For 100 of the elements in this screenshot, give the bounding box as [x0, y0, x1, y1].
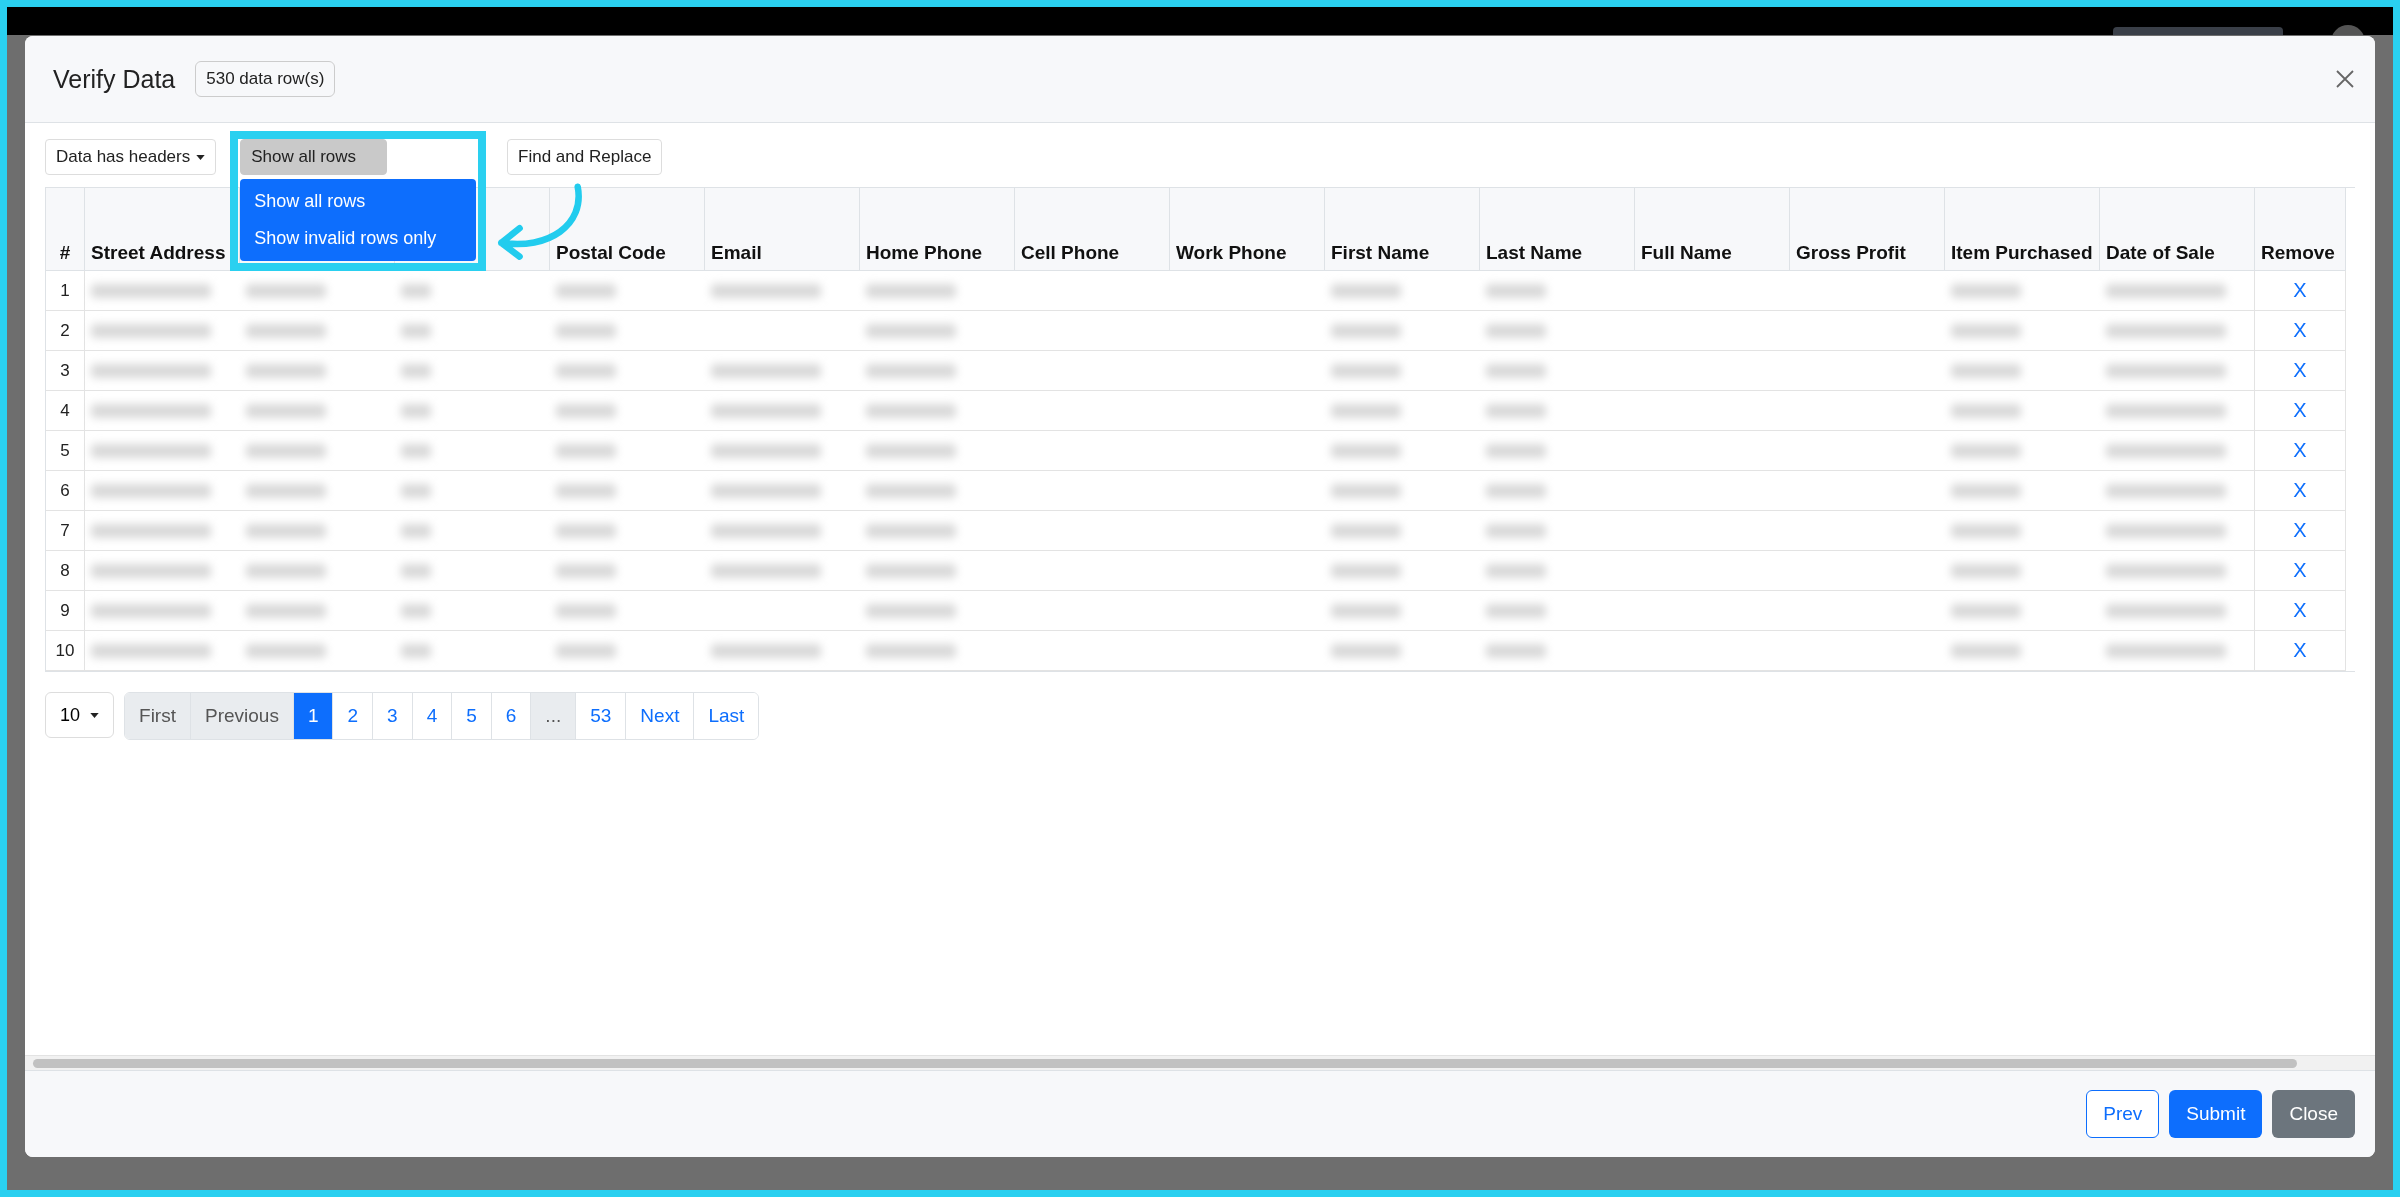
row-number: 8 [46, 550, 85, 591]
blurred-text [1950, 603, 2021, 618]
blurred-text [555, 363, 616, 378]
headers-dropdown[interactable]: Data has headers [45, 139, 217, 175]
column-header: Last Name [1479, 188, 1635, 271]
column-header: # [46, 188, 85, 271]
blurred-text [1950, 443, 2021, 458]
blurred-text [1485, 643, 1546, 658]
blurred-text [555, 283, 616, 298]
blurred-text [1330, 483, 1401, 498]
blurred-text [1485, 403, 1546, 418]
remove-link[interactable]: X [2293, 519, 2307, 541]
submit-button[interactable]: Submit [2169, 1090, 2263, 1138]
blurred-text [1950, 403, 2021, 418]
blurred-text [400, 643, 431, 658]
blurred-text [1950, 483, 2021, 498]
row-number: 6 [46, 470, 85, 511]
blurred-text [400, 523, 431, 538]
blurred-text [400, 323, 431, 338]
row-number: 7 [46, 510, 85, 551]
blurred-text [1330, 603, 1401, 618]
row-number: 5 [46, 430, 85, 471]
blurred-text [1950, 323, 2021, 338]
page-link[interactable]: 1 [293, 693, 334, 739]
blurred-text [1485, 523, 1546, 538]
row-number: 3 [46, 350, 85, 391]
blurred-text [555, 403, 616, 418]
remove-link[interactable]: X [2293, 319, 2307, 341]
column-header: Postal Code [549, 188, 705, 271]
blurred-text [1950, 283, 2021, 298]
blurred-text [1485, 283, 1546, 298]
blurred-text [555, 563, 616, 578]
blurred-text [1485, 563, 1546, 578]
remove-link[interactable]: X [2293, 399, 2307, 421]
remove-link[interactable]: X [2293, 439, 2307, 461]
row-filter-dropdown[interactable]: Show all rows [240, 139, 388, 175]
blurred-text [1330, 283, 1401, 298]
blurred-text [400, 403, 431, 418]
remove-link[interactable]: X [2293, 639, 2307, 661]
blurred-text [400, 363, 431, 378]
row-count-badge: 530 data row(s) [195, 61, 336, 97]
blurred-text [1485, 443, 1546, 458]
blurred-text [1485, 323, 1546, 338]
column-header: Full Name [1634, 188, 1790, 271]
blurred-text [1330, 523, 1401, 538]
row-number: 4 [46, 390, 85, 431]
blurred-text [1330, 403, 1401, 418]
column-header: Date of Sale [2099, 188, 2255, 271]
remove-link[interactable]: X [2293, 599, 2307, 621]
column-header: First Name [1324, 188, 1480, 271]
caret-icon [196, 154, 206, 160]
blurred-text [1950, 363, 2021, 378]
blurred-text [1330, 643, 1401, 658]
close-icon[interactable] [2335, 69, 2355, 89]
blurred-text [555, 323, 616, 338]
blurred-text [1485, 603, 1546, 618]
blurred-text [1950, 523, 2021, 538]
blurred-text [1330, 443, 1401, 458]
remove-link[interactable]: X [2293, 359, 2307, 381]
menu-item[interactable]: Show all rows [240, 183, 477, 220]
remove-link[interactable]: X [2293, 479, 2307, 501]
column-header: Work Phone [1169, 188, 1325, 271]
column-header: Remove [2254, 188, 2346, 271]
blurred-text [555, 483, 616, 498]
page-size-dropdown[interactable]: 10 [45, 692, 115, 738]
close-button[interactable]: Close [2272, 1090, 2355, 1138]
blurred-text [555, 603, 616, 618]
blurred-text [1330, 363, 1401, 378]
prev-button[interactable]: Prev [2086, 1090, 2160, 1138]
row-number: 2 [46, 310, 85, 351]
column-header: Cell Phone [1014, 188, 1170, 271]
blurred-text [555, 523, 616, 538]
column-header: Item Purchased [1944, 188, 2100, 271]
dialog-title: Verify Data [53, 64, 176, 94]
blurred-text [1485, 363, 1546, 378]
remove-link[interactable]: X [2293, 279, 2307, 301]
blurred-text [400, 563, 431, 578]
blurred-text [1330, 563, 1401, 578]
column-header: Home Phone [859, 188, 1015, 271]
remove-link[interactable]: X [2293, 559, 2307, 581]
row-number: 9 [46, 590, 85, 631]
blurred-text [400, 483, 431, 498]
menu-item[interactable]: Show invalid rows only [240, 220, 477, 257]
blurred-text [1330, 323, 1401, 338]
row-number: 10 [46, 630, 85, 671]
blurred-text [400, 443, 431, 458]
caret-icon [90, 712, 100, 718]
blurred-text [1950, 563, 2021, 578]
blurred-text [400, 603, 431, 618]
blurred-text [400, 283, 431, 298]
scrollbar[interactable] [25, 1055, 2375, 1070]
blurred-text [1485, 483, 1546, 498]
blurred-text [1950, 643, 2021, 658]
find-replace-button[interactable]: Find and Replace [507, 139, 663, 175]
column-header: Email [704, 188, 860, 271]
blurred-text [555, 443, 616, 458]
column-header: Gross Profit [1789, 188, 1945, 271]
row-number: 1 [46, 270, 85, 311]
blurred-text [555, 643, 616, 658]
column-header: Street Address [84, 188, 240, 271]
